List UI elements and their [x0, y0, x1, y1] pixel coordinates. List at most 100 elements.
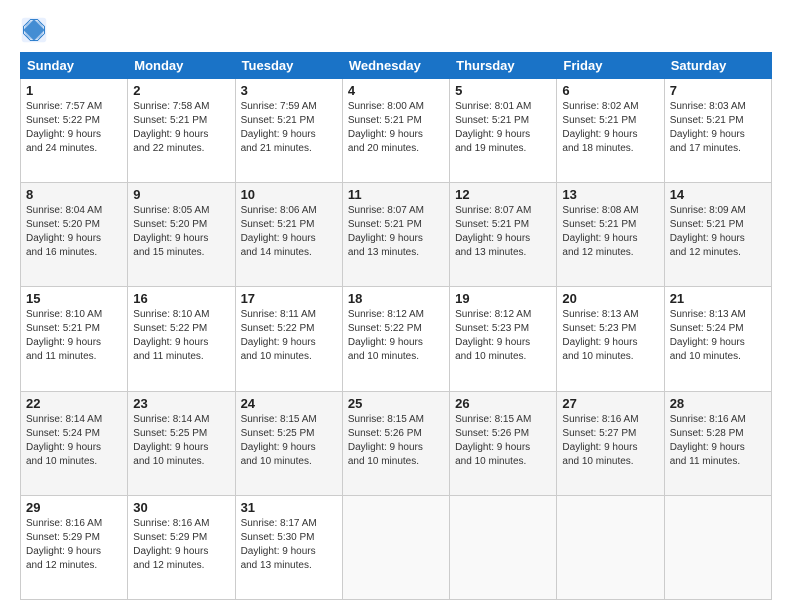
- calendar-cell: 27Sunrise: 8:16 AMSunset: 5:27 PMDayligh…: [557, 391, 664, 495]
- day-info: Sunrise: 8:13 AMSunset: 5:24 PMDaylight:…: [670, 308, 766, 364]
- calendar-cell: 18 Sunrise: 8:12 AMSunset: 5:22 PMDayligh…: [342, 287, 449, 391]
- day-number: 14: [670, 187, 766, 202]
- day-info: Sunrise: 8:15 AMSunset: 5:26 PMDaylight:…: [348, 413, 444, 469]
- calendar-cell: 31 Sunrise: 8:17 AMSunset: 5:30 PMDayligh…: [235, 495, 342, 599]
- calendar-cell: 28 Sunrise: 8:16 AMSunset: 5:28 PMDayligh…: [664, 391, 771, 495]
- day-info: Sunrise: 8:01 AMSunset: 5:21 PMDaylight:…: [455, 100, 551, 156]
- calendar-cell: 14Sunrise: 8:09 AMSunset: 5:21 PMDayligh…: [664, 183, 771, 287]
- calendar-cell: 25 Sunrise: 8:15 AMSunset: 5:26 PMDayligh…: [342, 391, 449, 495]
- day-info: Sunrise: 8:16 AMSunset: 5:29 PMDaylight:…: [26, 517, 122, 573]
- calendar-cell: 11 Sunrise: 8:07 AMSunset: 5:21 PMDayligh…: [342, 183, 449, 287]
- day-number: 28: [670, 396, 766, 411]
- day-info: Sunrise: 8:06 AMSunset: 5:21 PMDaylight:…: [241, 204, 337, 260]
- calendar-cell: 2Sunrise: 7:58 AMSunset: 5:21 PMDaylight…: [128, 79, 235, 183]
- day-info: Sunrise: 8:04 AMSunset: 5:20 PMDaylight:…: [26, 204, 122, 260]
- calendar-cell: 8 Sunrise: 8:04 AMSunset: 5:20 PMDaylight…: [21, 183, 128, 287]
- day-info: Sunrise: 8:12 AMSunset: 5:23 PMDaylight:…: [455, 308, 551, 364]
- calendar-cell: 15 Sunrise: 8:10 AMSunset: 5:21 PMDayligh…: [21, 287, 128, 391]
- day-number: 25: [348, 396, 444, 411]
- calendar-header-friday: Friday: [557, 53, 664, 79]
- day-info: Sunrise: 8:10 AMSunset: 5:22 PMDaylight:…: [133, 308, 229, 364]
- day-info: Sunrise: 8:15 AMSunset: 5:26 PMDaylight:…: [455, 413, 551, 469]
- calendar-table: SundayMondayTuesdayWednesdayThursdayFrid…: [20, 52, 772, 600]
- day-number: 27: [562, 396, 658, 411]
- calendar-cell: 26Sunrise: 8:15 AMSunset: 5:26 PMDayligh…: [450, 391, 557, 495]
- day-number: 9: [133, 187, 229, 202]
- day-number: 2: [133, 83, 229, 98]
- day-info: Sunrise: 7:59 AMSunset: 5:21 PMDaylight:…: [241, 100, 337, 156]
- day-number: 17: [241, 291, 337, 306]
- day-info: Sunrise: 8:10 AMSunset: 5:21 PMDaylight:…: [26, 308, 122, 364]
- day-number: 3: [241, 83, 337, 98]
- day-info: Sunrise: 8:03 AMSunset: 5:21 PMDaylight:…: [670, 100, 766, 156]
- logo: [20, 16, 52, 44]
- calendar-cell: 24Sunrise: 8:15 AMSunset: 5:25 PMDayligh…: [235, 391, 342, 495]
- calendar-cell: 12 Sunrise: 8:07 AMSunset: 5:21 PMDayligh…: [450, 183, 557, 287]
- day-number: 16: [133, 291, 229, 306]
- calendar-week-5: 29 Sunrise: 8:16 AMSunset: 5:29 PMDayligh…: [21, 495, 772, 599]
- calendar-cell: 3 Sunrise: 7:59 AMSunset: 5:21 PMDaylight…: [235, 79, 342, 183]
- day-info: Sunrise: 8:13 AMSunset: 5:23 PMDaylight:…: [562, 308, 658, 364]
- logo-icon: [20, 16, 48, 44]
- day-info: Sunrise: 8:12 AMSunset: 5:22 PMDaylight:…: [348, 308, 444, 364]
- calendar-cell: 16 Sunrise: 8:10 AMSunset: 5:22 PMDayligh…: [128, 287, 235, 391]
- day-number: 29: [26, 500, 122, 515]
- calendar-cell: 5 Sunrise: 8:01 AMSunset: 5:21 PMDaylight…: [450, 79, 557, 183]
- calendar-cell: [342, 495, 449, 599]
- calendar-cell: 17 Sunrise: 8:11 AMSunset: 5:22 PMDayligh…: [235, 287, 342, 391]
- day-number: 30: [133, 500, 229, 515]
- calendar-body: 1 Sunrise: 7:57 AMSunset: 5:22 PMDaylight…: [21, 79, 772, 600]
- calendar-header-monday: Monday: [128, 53, 235, 79]
- page: SundayMondayTuesdayWednesdayThursdayFrid…: [0, 0, 792, 612]
- calendar-cell: 6 Sunrise: 8:02 AMSunset: 5:21 PMDaylight…: [557, 79, 664, 183]
- calendar-cell: 7Sunrise: 8:03 AMSunset: 5:21 PMDaylight…: [664, 79, 771, 183]
- calendar-header-thursday: Thursday: [450, 53, 557, 79]
- day-info: Sunrise: 7:57 AMSunset: 5:22 PMDaylight:…: [26, 100, 122, 156]
- header: [20, 16, 772, 44]
- calendar-cell: 1 Sunrise: 7:57 AMSunset: 5:22 PMDaylight…: [21, 79, 128, 183]
- calendar-header-row: SundayMondayTuesdayWednesdayThursdayFrid…: [21, 53, 772, 79]
- day-number: 20: [562, 291, 658, 306]
- calendar-cell: 21Sunrise: 8:13 AMSunset: 5:24 PMDayligh…: [664, 287, 771, 391]
- calendar-header-wednesday: Wednesday: [342, 53, 449, 79]
- day-number: 6: [562, 83, 658, 98]
- day-info: Sunrise: 8:14 AMSunset: 5:25 PMDaylight:…: [133, 413, 229, 469]
- day-info: Sunrise: 8:08 AMSunset: 5:21 PMDaylight:…: [562, 204, 658, 260]
- day-number: 13: [562, 187, 658, 202]
- day-number: 31: [241, 500, 337, 515]
- day-info: Sunrise: 8:07 AMSunset: 5:21 PMDaylight:…: [455, 204, 551, 260]
- calendar-header-saturday: Saturday: [664, 53, 771, 79]
- day-number: 22: [26, 396, 122, 411]
- day-info: Sunrise: 8:05 AMSunset: 5:20 PMDaylight:…: [133, 204, 229, 260]
- day-number: 11: [348, 187, 444, 202]
- calendar-cell: [557, 495, 664, 599]
- day-info: Sunrise: 8:16 AMSunset: 5:28 PMDaylight:…: [670, 413, 766, 469]
- calendar-cell: 22 Sunrise: 8:14 AMSunset: 5:24 PMDayligh…: [21, 391, 128, 495]
- day-number: 18: [348, 291, 444, 306]
- day-info: Sunrise: 8:14 AMSunset: 5:24 PMDaylight:…: [26, 413, 122, 469]
- day-number: 1: [26, 83, 122, 98]
- calendar-cell: [450, 495, 557, 599]
- calendar-week-3: 15 Sunrise: 8:10 AMSunset: 5:21 PMDayligh…: [21, 287, 772, 391]
- day-info: Sunrise: 8:07 AMSunset: 5:21 PMDaylight:…: [348, 204, 444, 260]
- calendar-week-4: 22 Sunrise: 8:14 AMSunset: 5:24 PMDayligh…: [21, 391, 772, 495]
- day-info: Sunrise: 8:17 AMSunset: 5:30 PMDaylight:…: [241, 517, 337, 573]
- day-number: 23: [133, 396, 229, 411]
- day-number: 10: [241, 187, 337, 202]
- calendar-cell: 23 Sunrise: 8:14 AMSunset: 5:25 PMDayligh…: [128, 391, 235, 495]
- calendar-cell: [664, 495, 771, 599]
- calendar-header-tuesday: Tuesday: [235, 53, 342, 79]
- day-info: Sunrise: 8:11 AMSunset: 5:22 PMDaylight:…: [241, 308, 337, 364]
- day-info: Sunrise: 8:02 AMSunset: 5:21 PMDaylight:…: [562, 100, 658, 156]
- calendar-week-1: 1 Sunrise: 7:57 AMSunset: 5:22 PMDaylight…: [21, 79, 772, 183]
- day-number: 19: [455, 291, 551, 306]
- day-number: 4: [348, 83, 444, 98]
- day-number: 8: [26, 187, 122, 202]
- calendar-cell: 10 Sunrise: 8:06 AMSunset: 5:21 PMDayligh…: [235, 183, 342, 287]
- calendar-cell: 13 Sunrise: 8:08 AMSunset: 5:21 PMDayligh…: [557, 183, 664, 287]
- day-number: 12: [455, 187, 551, 202]
- calendar-cell: 9 Sunrise: 8:05 AMSunset: 5:20 PMDaylight…: [128, 183, 235, 287]
- calendar-cell: 19 Sunrise: 8:12 AMSunset: 5:23 PMDayligh…: [450, 287, 557, 391]
- day-number: 15: [26, 291, 122, 306]
- day-number: 5: [455, 83, 551, 98]
